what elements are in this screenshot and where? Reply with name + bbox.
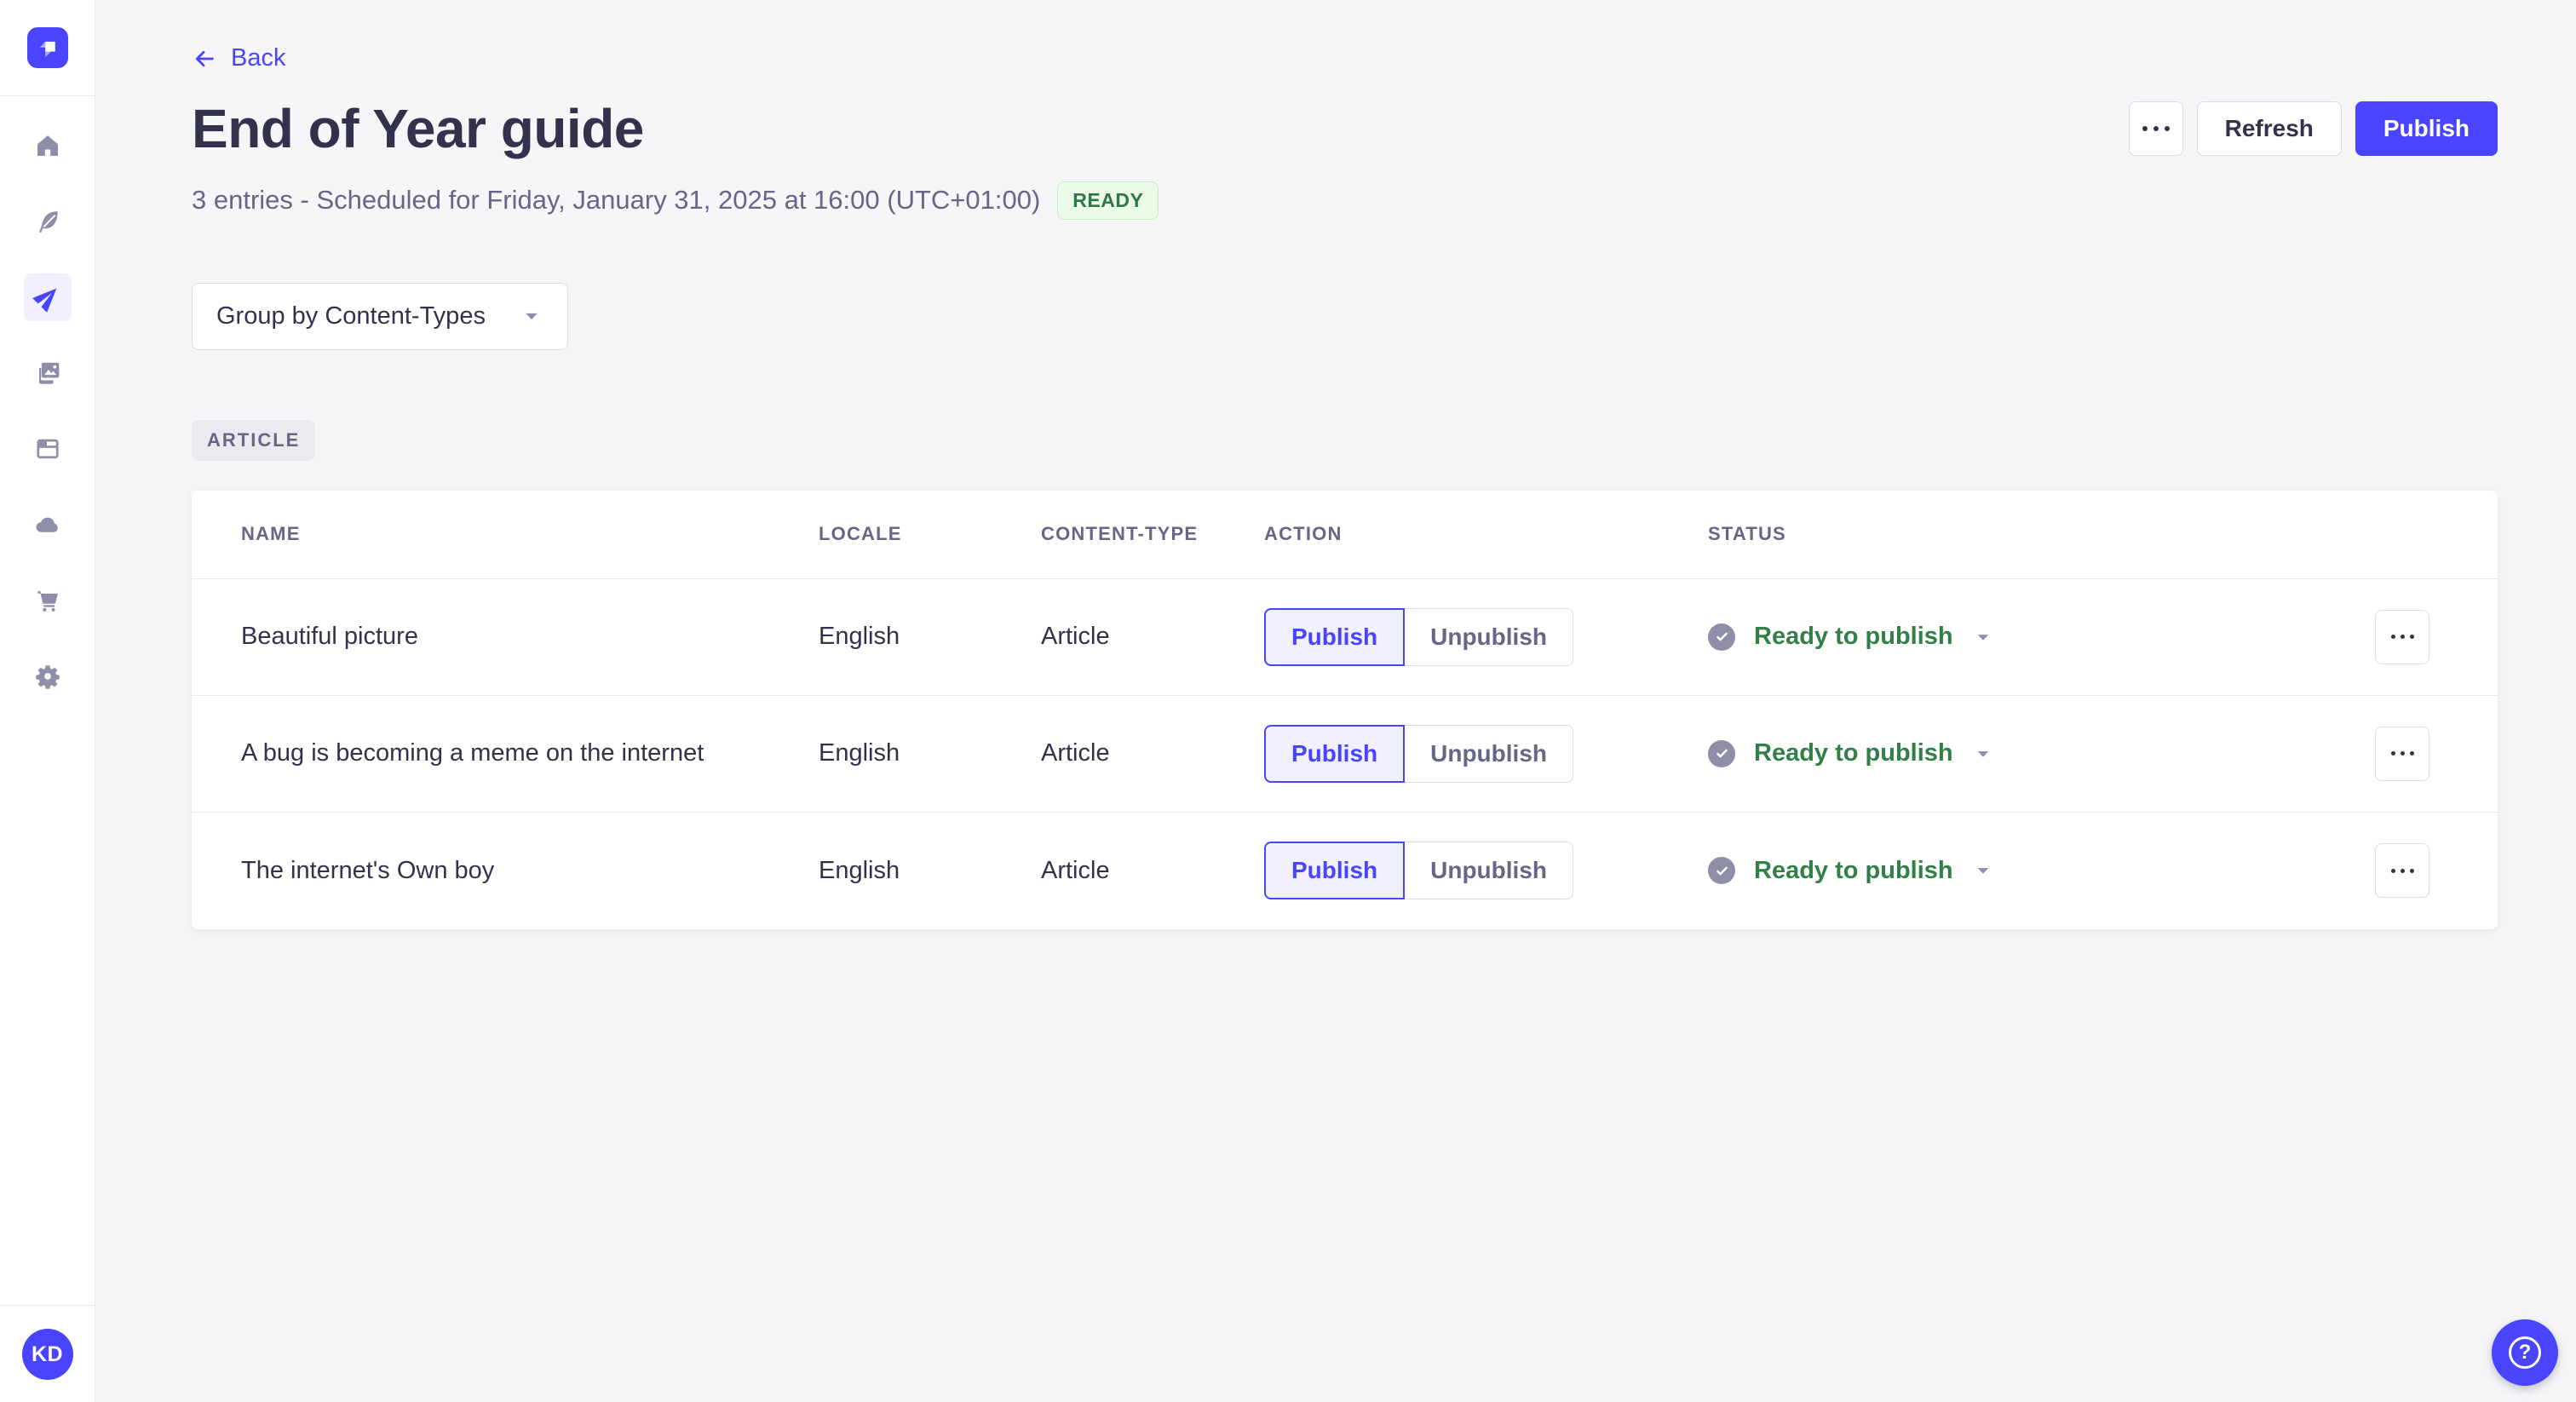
sidebar-nav [23, 122, 72, 700]
strapi-logo [26, 27, 68, 68]
row-menu-button[interactable] [2375, 609, 2429, 664]
gear-icon [35, 665, 60, 689]
ellipsis-icon [2142, 125, 2148, 131]
sidebar-footer: KD [0, 1305, 95, 1402]
entry-action-cell: Publish Unpublish [1264, 842, 1708, 899]
layout-icon [36, 439, 59, 459]
subtitle-row: 3 entries - Scheduled for Friday, Januar… [192, 181, 2498, 220]
row-menu-button[interactable] [2375, 843, 2429, 898]
sidebar-item-cloud[interactable] [24, 501, 72, 549]
column-header-action: ACTION [1264, 523, 1343, 544]
sidebar-item-releases[interactable] [23, 273, 72, 321]
media-library-icon [38, 362, 59, 384]
sidebar-item-content-manager[interactable] [24, 198, 72, 245]
sidebar-item-home[interactable] [24, 122, 72, 170]
entry-locale: English [819, 856, 900, 884]
entry-status-cell: Ready to publish [1708, 843, 2448, 898]
home-icon [37, 135, 58, 156]
publish-action-button[interactable]: Publish [1264, 607, 1406, 666]
entry-locale: English [819, 623, 900, 650]
entries-table: NAME LOCALE CONTENT-TYPE ACTION STATUS B… [192, 490, 2498, 929]
status-dropdown[interactable]: Ready to publish [1708, 739, 1994, 767]
column-header-name: NAME [241, 523, 301, 544]
entry-action-cell: Publish Unpublish [1264, 724, 1708, 783]
unpublish-action-button[interactable]: Unpublish [1405, 724, 1573, 783]
action-segmented-control: Publish Unpublish [1264, 607, 1573, 666]
entry-status-cell: Ready to publish [1708, 609, 2448, 664]
help-button[interactable]: ? [2492, 1319, 2558, 1386]
ellipsis-icon [2390, 635, 2395, 639]
ellipsis-icon [2390, 751, 2395, 756]
toolbar: Group by Content-Types [192, 282, 2498, 350]
question-icon: ? [2509, 1336, 2541, 1369]
page-title: End of Year guide [192, 97, 644, 159]
entry-content-type: Article [1041, 623, 1110, 650]
entry-content-type: Article [1041, 739, 1110, 767]
back-arrow-icon [195, 50, 214, 66]
main-content: Back End of Year guide Refresh Publish 3… [95, 0, 2576, 929]
group-by-dropdown[interactable]: Group by Content-Types [192, 282, 568, 350]
check-circle-icon [1708, 623, 1735, 651]
chevron-down-icon [1977, 750, 1988, 757]
column-header-locale: LOCALE [819, 523, 902, 544]
column-header-status: STATUS [1708, 523, 1786, 544]
row-menu-button[interactable] [2375, 726, 2429, 781]
cart-icon [37, 591, 58, 612]
sidebar-item-settings[interactable] [24, 652, 72, 700]
ready-status-badge: READY [1057, 181, 1159, 220]
content-type-group-badge: ARTICLE [192, 419, 316, 461]
entry-name: A bug is becoming a meme on the internet [241, 739, 704, 767]
entry-name: Beautiful picture [241, 623, 418, 650]
action-segmented-control: Publish Unpublish [1264, 842, 1573, 899]
more-options-button[interactable] [2128, 101, 2183, 156]
chevron-down-icon [1977, 634, 1988, 641]
entry-content-type: Article [1041, 856, 1110, 884]
status-label: Ready to publish [1754, 856, 1953, 884]
chevron-down-icon [526, 313, 538, 320]
unpublish-action-button[interactable]: Unpublish [1405, 842, 1573, 899]
table-row: A bug is becoming a meme on the internet… [192, 696, 2498, 813]
refresh-button[interactable]: Refresh [2196, 101, 2342, 156]
action-segmented-control: Publish Unpublish [1264, 724, 1573, 783]
publish-release-button[interactable]: Publish [2355, 101, 2498, 156]
unpublish-action-button[interactable]: Unpublish [1405, 607, 1573, 666]
table-row: The internet's Own boy English Article P… [192, 813, 2498, 929]
entry-status-cell: Ready to publish [1708, 726, 2448, 781]
header-actions: Refresh Publish [2128, 101, 2498, 156]
sidebar-item-content-type-builder[interactable] [24, 425, 72, 473]
back-label: Back [231, 44, 286, 72]
check-circle-icon [1708, 739, 1735, 767]
chevron-down-icon [1977, 868, 1988, 874]
title-row: End of Year guide Refresh Publish [192, 100, 2498, 158]
strapi-logo-icon [39, 41, 55, 58]
logo-container [0, 0, 95, 96]
sidebar-item-media-library[interactable] [24, 349, 72, 397]
group-by-label: Group by Content-Types [216, 302, 486, 330]
release-subtitle: 3 entries - Scheduled for Friday, Januar… [192, 185, 1041, 215]
paper-plane-icon [32, 288, 56, 313]
sidebar: KD [0, 0, 95, 1402]
entry-name: The internet's Own boy [241, 856, 495, 884]
publish-action-button[interactable]: Publish [1264, 842, 1406, 899]
status-dropdown[interactable]: Ready to publish [1708, 623, 1994, 651]
entry-action-cell: Publish Unpublish [1264, 607, 1708, 666]
back-link[interactable]: Back [192, 44, 285, 72]
status-label: Ready to publish [1754, 623, 1953, 650]
table-row: Beautiful picture English Article Publis… [192, 579, 2498, 696]
sidebar-item-marketplace[interactable] [24, 577, 72, 624]
cloud-icon [36, 517, 58, 532]
check-circle-icon [1708, 857, 1735, 884]
feather-icon [38, 211, 58, 233]
avatar[interactable]: KD [21, 1329, 73, 1380]
publish-action-button[interactable]: Publish [1264, 724, 1406, 783]
table-header-row: NAME LOCALE CONTENT-TYPE ACTION STATUS [192, 491, 2498, 579]
column-header-content-type: CONTENT-TYPE [1041, 523, 1199, 544]
status-label: Ready to publish [1754, 739, 1953, 767]
ellipsis-icon [2390, 868, 2395, 873]
entry-locale: English [819, 739, 900, 767]
status-dropdown[interactable]: Ready to publish [1708, 857, 1994, 885]
